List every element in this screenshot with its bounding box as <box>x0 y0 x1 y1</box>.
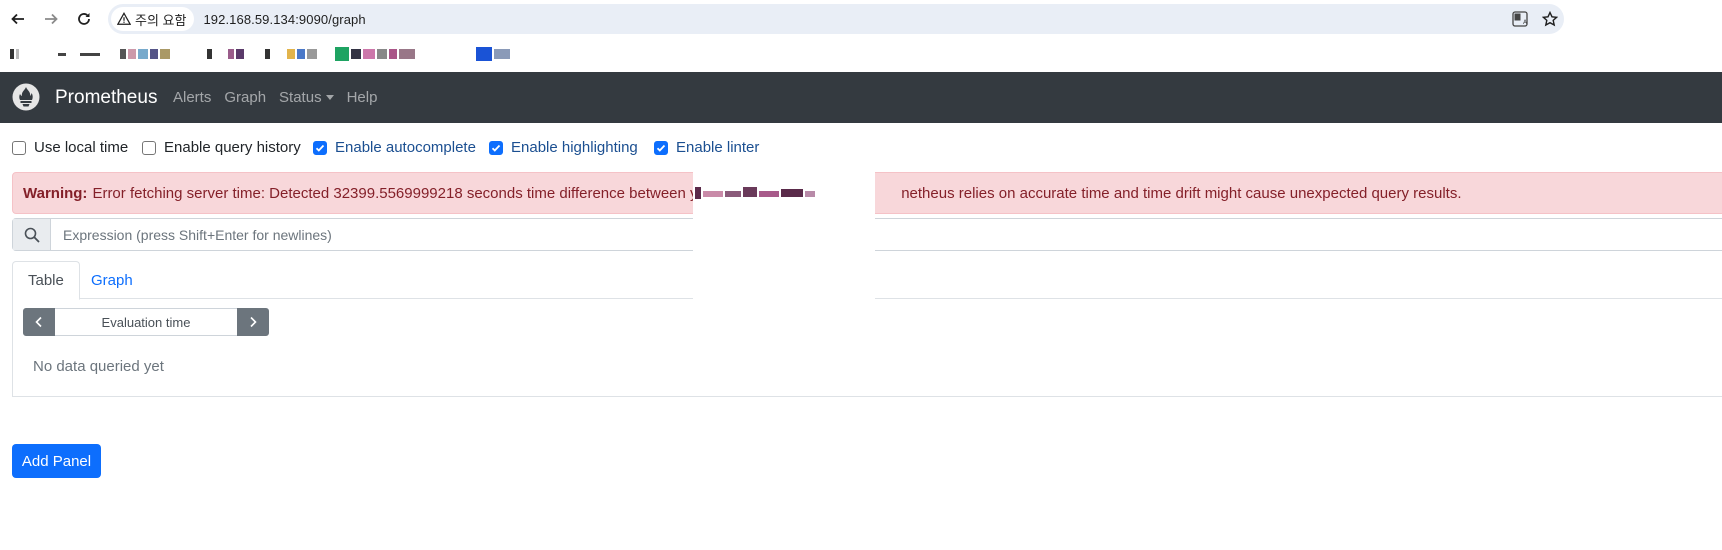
address-bar[interactable]: 주의 요함 192.168.59.134:9090/graph A <box>108 4 1564 34</box>
highlighting-checkbox[interactable] <box>489 140 503 155</box>
bookmark-item[interactable] <box>58 47 66 61</box>
checkmark-icon <box>315 144 325 152</box>
warning-strong: Warning: <box>23 184 88 202</box>
add-panel-button[interactable]: Add Panel <box>12 444 101 478</box>
browser-toolbar: 주의 요함 192.168.59.134:9090/graph A <box>0 0 1722 38</box>
evaluation-time-input[interactable] <box>55 308 237 336</box>
security-chip-label: 주의 요함 <box>135 12 187 28</box>
prometheus-logo-icon[interactable] <box>12 83 40 111</box>
nav-help[interactable]: Help <box>347 89 378 106</box>
option-label: Enable autocomplete <box>335 139 476 156</box>
nav-status[interactable]: Status <box>279 89 334 106</box>
top-navbar: Prometheus Alerts Graph Status Help <box>0 72 1722 123</box>
bookmark-item[interactable] <box>10 47 19 61</box>
bookmark-item[interactable] <box>120 47 170 61</box>
warning-triangle-icon <box>117 12 131 25</box>
redacted-text <box>695 187 815 199</box>
linter-checkbox[interactable] <box>654 140 668 155</box>
bookmark-item[interactable] <box>207 47 212 61</box>
forward-arrow-icon <box>45 13 58 25</box>
eval-next-button[interactable] <box>237 308 269 336</box>
option-label: Enable highlighting <box>511 139 638 156</box>
autocomplete-option[interactable]: Enable autocomplete <box>313 139 476 156</box>
linter-option[interactable]: Enable linter <box>654 139 759 156</box>
translate-icon[interactable]: A <box>1510 9 1530 29</box>
bookmark-item[interactable] <box>80 47 100 61</box>
eval-prev-button[interactable] <box>23 308 55 336</box>
chevron-down-icon <box>325 95 334 100</box>
bookmark-item[interactable] <box>335 47 415 61</box>
warning-text-after: netheus relies on accurate time and time… <box>901 184 1462 202</box>
table-panel: No data queried yet <box>12 298 1722 397</box>
use-local-time-option[interactable]: Use local time <box>12 139 128 156</box>
bookmark-item[interactable] <box>228 47 244 61</box>
url-text[interactable]: 192.168.59.134:9090/graph <box>203 12 365 27</box>
checkmark-icon <box>656 144 666 152</box>
settings-row: Use local time Enable query history Enab… <box>0 123 1722 171</box>
nav-status-label: Status <box>279 89 322 106</box>
bookmark-item[interactable] <box>287 47 317 61</box>
search-icon <box>13 219 51 250</box>
bookmark-item[interactable] <box>265 47 270 61</box>
autocomplete-checkbox[interactable] <box>313 140 327 155</box>
query-history-option[interactable]: Enable query history <box>142 139 301 156</box>
checkmark-icon <box>491 144 501 152</box>
no-data-message: No data queried yet <box>33 358 164 375</box>
highlighting-option[interactable]: Enable highlighting <box>489 139 638 156</box>
chevron-right-icon <box>250 316 257 328</box>
back-button[interactable] <box>7 8 29 30</box>
bookmark-item[interactable] <box>476 47 510 61</box>
chevron-left-icon <box>35 316 42 328</box>
nav-graph[interactable]: Graph <box>224 89 266 106</box>
option-label: Enable linter <box>676 139 760 156</box>
use-local-time-checkbox[interactable] <box>12 140 26 155</box>
back-arrow-icon <box>11 13 24 25</box>
query-history-checkbox[interactable] <box>142 140 156 155</box>
reload-icon <box>78 13 90 25</box>
nav-alerts[interactable]: Alerts <box>173 89 211 106</box>
security-chip[interactable]: 주의 요함 <box>111 7 195 31</box>
bookmark-star-icon[interactable] <box>1540 9 1560 29</box>
expression-input[interactable] <box>51 219 1722 250</box>
forward-button[interactable] <box>40 8 62 30</box>
brand-title[interactable]: Prometheus <box>55 87 157 109</box>
tab-graph[interactable]: Graph <box>76 261 148 299</box>
option-label: Use local time <box>34 139 129 156</box>
bookmarks-bar <box>0 38 1722 72</box>
option-label: Enable query history <box>164 139 301 156</box>
redaction-overlay <box>693 170 875 300</box>
evaluation-time-control <box>23 308 269 336</box>
reload-button[interactable] <box>73 8 95 30</box>
tab-table[interactable]: Table <box>12 261 80 300</box>
warning-text-before: Error fetching server time: Detected 323… <box>92 184 720 202</box>
